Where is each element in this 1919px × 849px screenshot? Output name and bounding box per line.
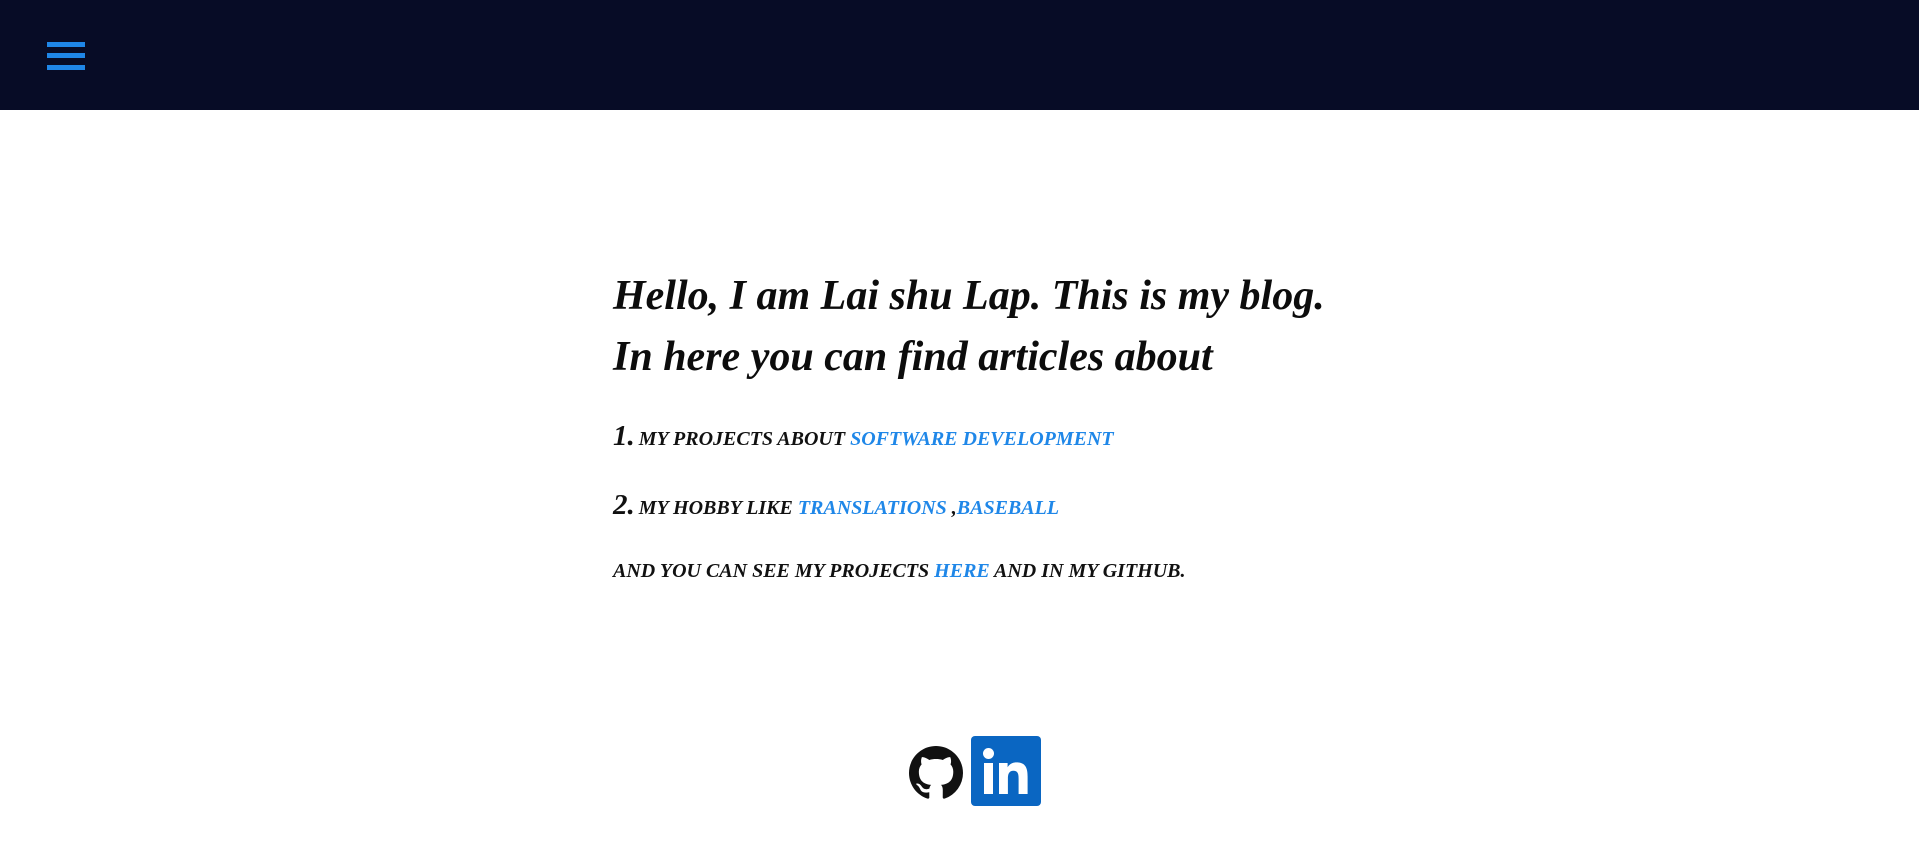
translations-link[interactable]: Translations bbox=[798, 497, 952, 519]
item-text: my projects about bbox=[638, 428, 851, 450]
item-text: my hobby like bbox=[638, 497, 798, 519]
item-number: 1. bbox=[613, 420, 635, 452]
intro-heading: Hello, I am Lai shu Lap. This is my blog… bbox=[613, 273, 1325, 380]
outro-suffix: and in my github. bbox=[989, 560, 1186, 582]
list-item-hobby: 2. my hobby like Translations ,Baseball bbox=[613, 489, 1059, 522]
top-navbar bbox=[0, 0, 1919, 110]
outro-prefix: and you can see my projects bbox=[613, 560, 935, 582]
software-development-link[interactable]: software development bbox=[850, 428, 1114, 450]
list-item-projects: 1. my projects about software developmen… bbox=[613, 420, 1114, 453]
linkedin-icon[interactable] bbox=[971, 736, 1041, 806]
menu-bar-top bbox=[47, 42, 85, 47]
outro-text: and you can see my projects here and in … bbox=[613, 560, 1186, 583]
item-number: 2. bbox=[613, 489, 635, 521]
github-icon[interactable] bbox=[909, 746, 963, 800]
menu-bar-middle bbox=[47, 53, 85, 58]
menu-bar-bottom bbox=[47, 65, 85, 70]
hamburger-menu-icon[interactable] bbox=[44, 38, 88, 78]
main-content: Hello, I am Lai shu Lap. This is my blog… bbox=[613, 266, 1373, 582]
projects-here-link[interactable]: here bbox=[934, 560, 990, 582]
baseball-link[interactable]: Baseball bbox=[957, 497, 1059, 519]
